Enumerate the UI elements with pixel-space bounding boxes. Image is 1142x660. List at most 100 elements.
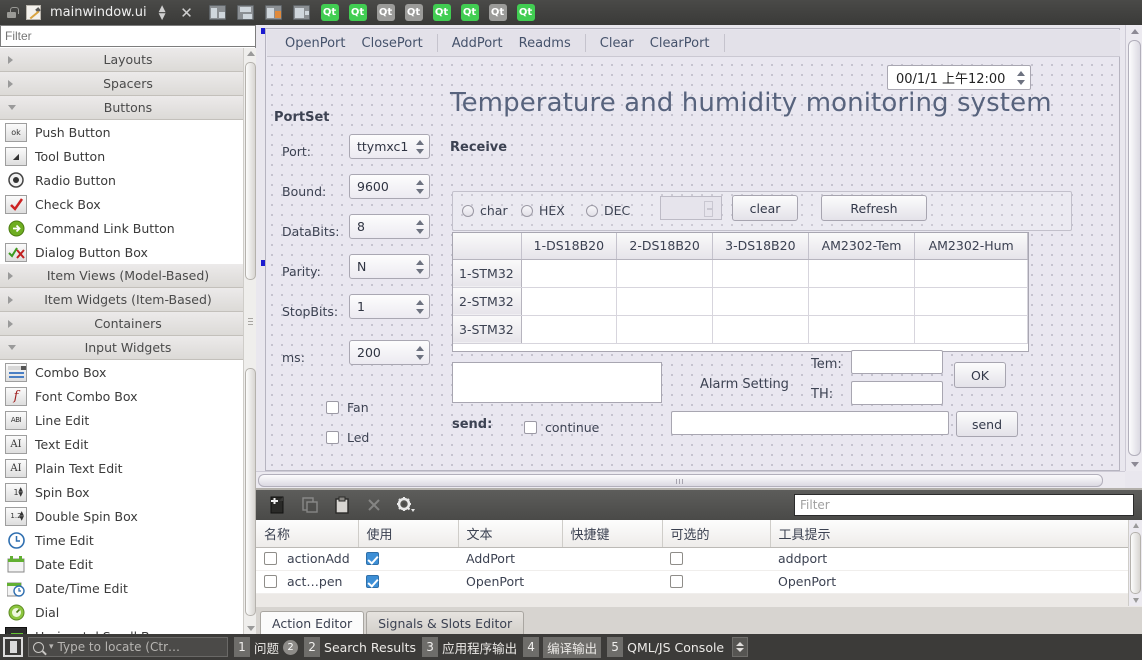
action-col-text[interactable]: 文本 bbox=[458, 520, 562, 547]
menu-item-openport[interactable]: OpenPort bbox=[277, 34, 354, 53]
port-spin-arrows[interactable] bbox=[416, 139, 425, 155]
qt-button-7[interactable]: Qt bbox=[487, 3, 509, 22]
widget-box-scrollbar[interactable] bbox=[243, 48, 256, 634]
action-used-cell[interactable] bbox=[358, 570, 458, 593]
widget-group-item-views[interactable]: Item Views (Model-Based) bbox=[0, 264, 256, 288]
tem-input[interactable] bbox=[851, 350, 943, 374]
taskbar-updown-arrows[interactable] bbox=[732, 637, 748, 657]
databits-spin-arrows[interactable] bbox=[416, 219, 425, 235]
send-input[interactable] bbox=[671, 411, 949, 435]
table-cell[interactable] bbox=[915, 259, 1028, 287]
scrollbar-thumb[interactable] bbox=[1130, 532, 1141, 594]
sidebar-toggle-icon[interactable] bbox=[3, 637, 23, 657]
widget-item-dial[interactable]: Dial bbox=[0, 600, 256, 624]
scroll-down-arrow-icon[interactable] bbox=[1133, 598, 1139, 603]
menu-item-addport[interactable]: AddPort bbox=[444, 34, 511, 53]
taskbar-item-qml-js-console[interactable]: 5 QML/JS Console bbox=[607, 637, 724, 657]
widget-item-command-link-button[interactable]: Command Link Button bbox=[0, 216, 256, 240]
widget-item-text-edit[interactable]: AI Text Edit bbox=[0, 432, 256, 456]
scrollbar-thumb-lower[interactable] bbox=[245, 368, 256, 616]
action-row-name-cell[interactable]: act…pen bbox=[256, 570, 358, 593]
table-col-2[interactable]: 2-DS18B20 bbox=[617, 233, 713, 259]
stopbits-spin-arrows[interactable] bbox=[416, 299, 425, 315]
menu-item-clearport[interactable]: ClearPort bbox=[642, 34, 718, 53]
table-cell[interactable] bbox=[712, 287, 808, 315]
scrollbar-thumb[interactable] bbox=[258, 474, 1103, 487]
taskbar-item-application-output[interactable]: 3 应用程序输出 bbox=[422, 637, 517, 657]
ms-spin-arrows[interactable] bbox=[416, 345, 425, 361]
action-select-checkbox[interactable] bbox=[264, 552, 277, 565]
table-row[interactable]: 1-STM32 bbox=[453, 259, 1028, 287]
widget-item-spin-box[interactable]: 1▲▼ Spin Box bbox=[0, 480, 256, 504]
action-table-scrollbar[interactable] bbox=[1128, 520, 1142, 606]
table-cell[interactable] bbox=[712, 259, 808, 287]
action-checkable-cell[interactable] bbox=[662, 570, 770, 593]
widget-group-item-widgets[interactable]: Item Widgets (Item-Based) bbox=[0, 288, 256, 312]
refresh-button[interactable]: Refresh bbox=[821, 195, 927, 221]
stopbits-combobox[interactable]: 1 bbox=[349, 294, 430, 319]
lay-out-horizontally-icon[interactable] bbox=[207, 3, 229, 22]
taskbar-item-problems[interactable]: 1 问题 2 bbox=[234, 637, 298, 657]
lay-out-vertically-icon[interactable] bbox=[235, 3, 257, 22]
checkable-checkbox[interactable] bbox=[670, 552, 683, 565]
widget-item-double-spin-box[interactable]: 1.2▲▼ Double Spin Box bbox=[0, 504, 256, 528]
action-select-checkbox[interactable] bbox=[264, 575, 277, 588]
qt-button-6[interactable]: Qt bbox=[459, 3, 481, 22]
table-cell[interactable] bbox=[617, 287, 713, 315]
widget-group-containers[interactable]: Containers bbox=[0, 312, 256, 336]
widget-item-date-time-edit[interactable]: Date/Time Edit bbox=[0, 576, 256, 600]
action-tooltip-cell[interactable]: addport bbox=[770, 547, 1142, 570]
receive-textarea[interactable] bbox=[452, 362, 662, 403]
widget-item-dialog-button-box[interactable]: Dialog Button Box bbox=[0, 240, 256, 264]
paste-action-icon[interactable] bbox=[328, 493, 356, 517]
scrollbar-thumb[interactable] bbox=[245, 62, 256, 280]
widget-item-plain-text-edit[interactable]: AI Plain Text Edit bbox=[0, 456, 256, 480]
hex-radio[interactable]: HEX bbox=[521, 203, 565, 218]
bound-spin-arrows[interactable] bbox=[416, 179, 425, 195]
qt-button-1[interactable]: Qt bbox=[319, 3, 341, 22]
continue-checkbox[interactable]: continue bbox=[524, 420, 599, 435]
editor-horizontal-scrollbar[interactable] bbox=[256, 471, 1125, 488]
widget-group-input-widgets[interactable]: Input Widgets bbox=[0, 336, 256, 360]
ok-button[interactable]: OK bbox=[954, 362, 1006, 388]
readings-table[interactable]: 1-DS18B20 2-DS18B20 3-DS18B20 AM2302-Tem… bbox=[452, 232, 1029, 352]
taskbar-item-search-results[interactable]: 2 Search Results bbox=[304, 637, 416, 657]
used-checkbox[interactable] bbox=[366, 575, 379, 588]
action-checkable-cell[interactable] bbox=[662, 547, 770, 570]
qt-button-8[interactable]: Qt bbox=[515, 3, 537, 22]
datetime-spin-arrows[interactable] bbox=[1017, 70, 1026, 86]
action-tooltip-cell[interactable]: OpenPort bbox=[770, 570, 1142, 593]
widget-group-layouts[interactable]: Layouts bbox=[0, 48, 256, 72]
menu-item-closeport[interactable]: ClosePort bbox=[354, 34, 431, 53]
table-col-1[interactable]: 1-DS18B20 bbox=[521, 233, 617, 259]
editor-vertical-scrollbar[interactable] bbox=[1125, 25, 1142, 471]
action-col-tooltip[interactable]: 工具提示 bbox=[770, 520, 1142, 547]
table-cell[interactable] bbox=[617, 259, 713, 287]
table-cell[interactable] bbox=[521, 259, 617, 287]
lay-out-in-grid-icon[interactable] bbox=[263, 3, 285, 22]
table-cell[interactable] bbox=[521, 287, 617, 315]
qt-button-2[interactable]: Qt bbox=[347, 3, 369, 22]
close-icon[interactable]: ✕ bbox=[178, 4, 196, 22]
table-cell[interactable] bbox=[617, 315, 713, 343]
action-col-name[interactable]: 名称 bbox=[256, 520, 358, 547]
locate-input[interactable]: ▾ Type to locate (Ctr… bbox=[28, 637, 228, 657]
table-row[interactable]: actionAdd AddPort addport bbox=[256, 547, 1142, 570]
table-cell[interactable] bbox=[712, 315, 808, 343]
scroll-up-arrow-icon[interactable] bbox=[1133, 523, 1139, 528]
table-col-5[interactable]: AM2302-Hum bbox=[915, 233, 1028, 259]
databits-combobox[interactable]: 8 bbox=[349, 214, 430, 239]
action-shortcut-cell[interactable] bbox=[562, 547, 662, 570]
action-filter-input[interactable]: Filter bbox=[794, 494, 1134, 516]
scroll-up-arrow-icon[interactable] bbox=[247, 51, 255, 56]
taskbar-item-compile-output[interactable]: 4 编译输出 bbox=[523, 637, 601, 658]
widget-group-buttons[interactable]: Buttons bbox=[0, 96, 256, 120]
table-col-3[interactable]: 3-DS18B20 bbox=[712, 233, 808, 259]
send-button[interactable]: send bbox=[956, 411, 1018, 437]
qt-button-3[interactable]: Qt bbox=[375, 3, 397, 22]
parity-combobox[interactable]: N bbox=[349, 254, 430, 279]
table-cell[interactable] bbox=[915, 287, 1028, 315]
action-text-cell[interactable]: OpenPort bbox=[458, 570, 562, 593]
tab-signals-slots-editor[interactable]: Signals & Slots Editor bbox=[366, 611, 524, 634]
fan-checkbox[interactable]: Fan bbox=[326, 400, 369, 415]
